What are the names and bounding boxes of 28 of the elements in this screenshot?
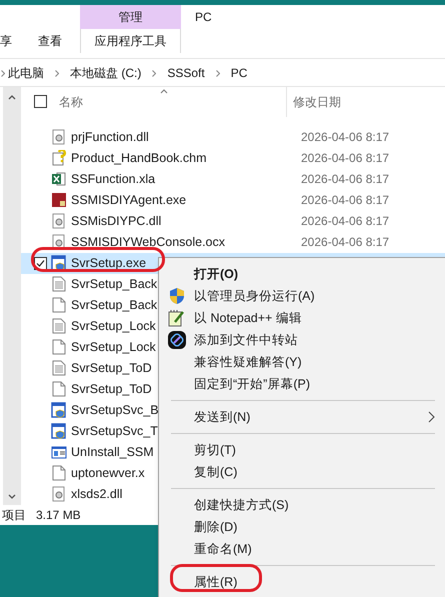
modified-date: 2026-04-06 8:17 <box>301 192 390 210</box>
file-name: SSMisDIYPC.dll <box>71 212 162 230</box>
status-text: 项目 <box>2 506 26 524</box>
file-name: SvrSetup_Back <box>71 276 158 293</box>
modified-date: 2026-04-06 8:17 <box>301 129 390 146</box>
file-name: SvrSetup_ToD <box>71 360 152 377</box>
file-name: SvrSetupSvc_T <box>71 422 158 440</box>
file-name: xlsds2.dll <box>71 486 122 503</box>
window-title: PC <box>195 9 212 26</box>
file-name: SvrSetupSvc_B <box>71 402 159 419</box>
file-name: prjFunction.dll <box>71 128 149 146</box>
status-text: 3.17 MB <box>36 506 81 524</box>
file-name: SvrSetup_Lock <box>71 338 156 356</box>
file-name: UnInstall_SSM <box>71 444 154 461</box>
modified-date: 2026-04-06 8:17 <box>301 171 390 188</box>
modified-date: 2026-04-06 8:17 <box>301 150 390 168</box>
file-name: SvrSetup_ToD <box>71 380 152 398</box>
file-name: SvrSetup.exe <box>71 254 146 272</box>
context-tab-group: 管理 <box>80 5 181 30</box>
modified-date: 2026-04-06 8:17 <box>301 234 390 252</box>
file-name: SSMISDIYAgent.exe <box>71 192 186 209</box>
file-name: SSFunction.xla <box>71 170 156 188</box>
file-name: SSMISDIYWebConsole.ocx <box>71 234 225 251</box>
file-name: SvrSetup_Back <box>71 296 158 314</box>
file-name: Product_HandBook.chm <box>71 150 206 167</box>
file-name: SvrSetup_Lock <box>71 318 156 335</box>
modified-date: 2026-04-06 8:17 <box>301 213 390 230</box>
file-name: uptonewver.x <box>71 464 145 482</box>
